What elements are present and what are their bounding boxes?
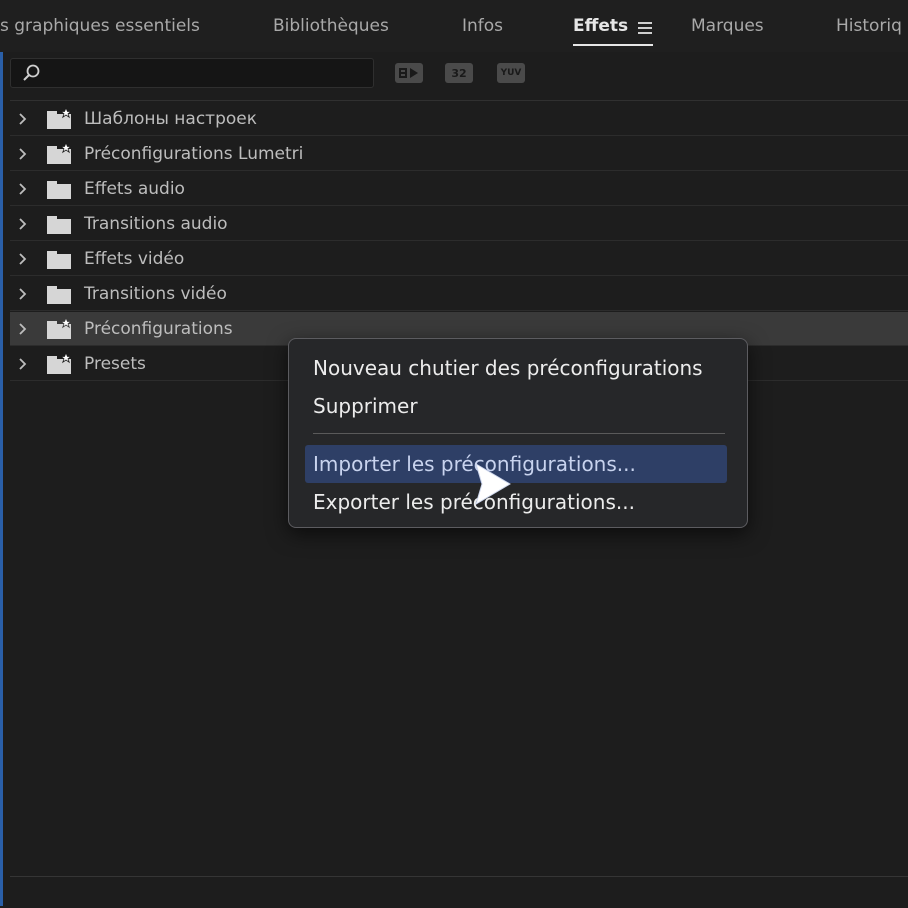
list-item[interactable]: Effets vidéo bbox=[10, 242, 908, 276]
folder-icon bbox=[47, 216, 71, 234]
folder-icon bbox=[47, 286, 71, 304]
preset-folder-icon bbox=[47, 108, 73, 129]
tab-essential-graphics[interactable]: s graphiques essentiels bbox=[0, 16, 200, 36]
panel-bottom-divider bbox=[10, 876, 908, 877]
list-item-label: Préconfigurations Lumetri bbox=[84, 144, 304, 164]
list-item-label: Préconfigurations bbox=[84, 319, 233, 339]
divider bbox=[10, 100, 908, 101]
list-item[interactable]: Transitions audio bbox=[10, 207, 908, 241]
menu-item-import-presets[interactable]: Importer les préconfigurations... bbox=[305, 445, 727, 483]
yuv-effects-button[interactable]: YUV bbox=[497, 63, 525, 83]
mouse-pointer-icon bbox=[475, 462, 511, 506]
menu-item-delete[interactable]: Supprimer bbox=[305, 387, 727, 425]
tab-markers[interactable]: Marques bbox=[691, 16, 764, 36]
list-item-label: Effets audio bbox=[84, 179, 185, 199]
search-input[interactable] bbox=[10, 58, 374, 88]
list-item[interactable]: Шаблоны настроек bbox=[10, 102, 908, 136]
chevron-right-icon[interactable] bbox=[17, 182, 29, 196]
list-item-label: Шаблоны настроек bbox=[84, 109, 257, 129]
active-tab-indicator bbox=[573, 44, 653, 46]
list-item-label: Presets bbox=[84, 354, 146, 374]
list-item[interactable]: Effets audio bbox=[10, 172, 908, 206]
list-item-label: Transitions audio bbox=[84, 214, 228, 234]
chevron-right-icon[interactable] bbox=[17, 112, 29, 126]
tab-effects[interactable]: Effets bbox=[573, 16, 628, 36]
tab-info[interactable]: Infos bbox=[462, 16, 503, 36]
preset-folder-icon bbox=[47, 353, 73, 374]
search-icon bbox=[23, 64, 40, 81]
chevron-right-icon[interactable] bbox=[17, 147, 29, 161]
chevron-right-icon[interactable] bbox=[17, 322, 29, 336]
preset-folder-icon bbox=[47, 143, 73, 164]
folder-icon bbox=[47, 181, 71, 199]
tab-history[interactable]: Historiq bbox=[836, 16, 902, 36]
preset-folder-icon bbox=[47, 318, 73, 339]
context-menu: Nouveau chutier des préconfigurations Su… bbox=[288, 338, 748, 528]
tab-libraries[interactable]: Bibliothèques bbox=[273, 16, 389, 36]
folder-icon bbox=[47, 251, 71, 269]
list-item[interactable]: Transitions vidéo bbox=[10, 277, 908, 311]
menu-item-export-presets[interactable]: Exporter les préconfigurations... bbox=[305, 483, 727, 521]
chevron-right-icon[interactable] bbox=[17, 217, 29, 231]
chevron-right-icon[interactable] bbox=[17, 287, 29, 301]
list-item-label: Effets vidéo bbox=[84, 249, 185, 269]
32-bit-effects-button[interactable]: 32 bbox=[445, 63, 473, 83]
list-item-label: Transitions vidéo bbox=[84, 284, 227, 304]
chevron-right-icon[interactable] bbox=[17, 357, 29, 371]
panel-menu-icon[interactable] bbox=[638, 22, 652, 34]
accelerated-effects-button[interactable] bbox=[395, 63, 423, 83]
panel-tab-bar: s graphiques essentiels Bibliothèques In… bbox=[0, 0, 908, 52]
chevron-right-icon[interactable] bbox=[17, 252, 29, 266]
menu-separator bbox=[313, 433, 725, 434]
list-item[interactable]: Préconfigurations Lumetri bbox=[10, 137, 908, 171]
menu-item-new-preset-bin[interactable]: Nouveau chutier des préconfigurations bbox=[305, 349, 727, 387]
accelerated-effects-icon bbox=[399, 68, 418, 78]
